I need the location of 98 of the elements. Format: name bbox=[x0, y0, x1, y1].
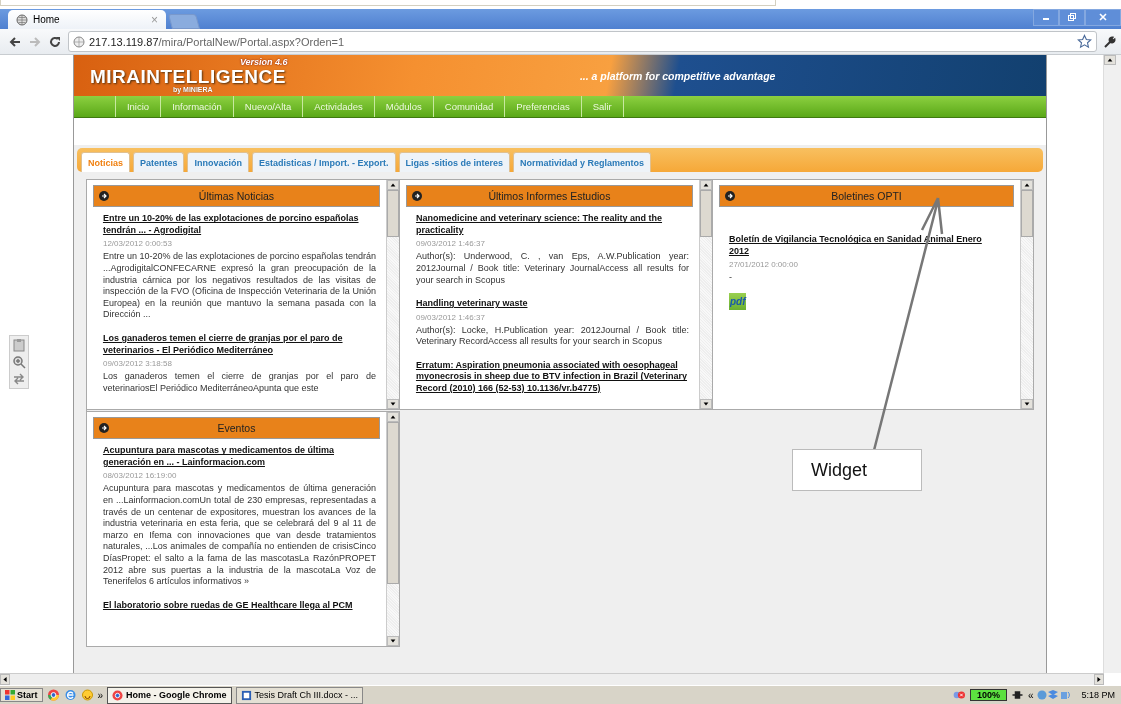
news-link[interactable]: Handling veterinary waste bbox=[415, 298, 528, 310]
arrow-circle-icon[interactable] bbox=[98, 191, 109, 202]
item-summary: Acupuntura para mascotas y medicamentos de última generación en ...Lainformacion.comUn total de 230 empresas, representadas a través de un centenar de expositores, muestran los avances de la industria veterinaria en esta feria, que se celebrará del 9 al 11 de marzo en Ifema con innovaciones que van desde tratamientos naturales, ...Los animales de compañía no entienden de crisisCinco DíasPropet: el salto a la fama de las mascotasLa RazónPROPET 2012 abre sus puertas a la industria de la mascotaLa Voz de Tenerifelos 6 artículos informativos » bbox=[102, 483, 376, 588]
restore-button[interactable] bbox=[1059, 8, 1085, 26]
news-link[interactable]: El laboratorio sobre ruedas de GE Healthcare llega al PCM bbox=[102, 599, 353, 612]
widget-title: Eventos bbox=[216, 422, 257, 435]
new-tab-button[interactable] bbox=[168, 14, 200, 30]
swap-arrows-icon[interactable] bbox=[12, 372, 26, 387]
site-logo[interactable]: MIRAINTELLIGENCE bbox=[89, 67, 286, 87]
smiley-icon[interactable] bbox=[80, 689, 94, 702]
address-bar[interactable]: 217.13.119.87/mira/PortalNew/Portal.aspx?Orden=1 bbox=[68, 31, 1097, 53]
close-button[interactable] bbox=[1085, 8, 1121, 26]
news-link[interactable]: Los ganaderos temen el cierre de granjas por el paro de veterinarios - El Periódico Mediterráneo bbox=[102, 333, 376, 357]
close-icon[interactable]: × bbox=[151, 12, 158, 27]
page-scrollbar[interactable] bbox=[1103, 55, 1121, 673]
arrow-circle-icon[interactable] bbox=[724, 191, 735, 202]
browser-tab[interactable]: Home × bbox=[8, 10, 166, 30]
news-link[interactable]: Nanomedicine and veterinary science: The reality and the practicality bbox=[415, 213, 689, 237]
item-date: 09/03/2012 3:18:58 bbox=[102, 359, 172, 369]
battery-label: 100% bbox=[969, 689, 1007, 702]
nav-link[interactable]: Salir bbox=[581, 96, 624, 118]
pdf-file-icon[interactable]: pdf bbox=[728, 293, 747, 311]
item-date: 09/03/2012 1:46:37 bbox=[415, 239, 485, 249]
document-icon bbox=[240, 689, 252, 701]
restore-icon bbox=[1067, 12, 1077, 23]
nav-link[interactable]: Módulos bbox=[374, 96, 434, 118]
nav-link[interactable]: Comunidad bbox=[433, 96, 506, 118]
clock: 5:18 PM bbox=[1081, 690, 1115, 701]
version-label: Version 4.6 bbox=[239, 58, 288, 68]
item-summary: Author(s): Locke, H.Publication year: 2012Journal / Book title: Veterinary RecordAccess all results for your search in Scopus bbox=[415, 324, 689, 348]
tab[interactable]: Normatividad y Reglamentos bbox=[513, 152, 652, 173]
wrench-icon[interactable] bbox=[1103, 34, 1117, 49]
tray-chevron[interactable]: « bbox=[1027, 689, 1034, 701]
close-icon bbox=[1098, 12, 1108, 23]
item-summary: Los ganaderos temen el cierre de granjas por el paro de veterinariosEl Periódico MediterráneoApunta que este bbox=[102, 371, 376, 395]
nav-link[interactable]: Nuevo/Alta bbox=[233, 96, 304, 118]
item-summary: Author(s): Underwood, C. , van Eps, A.W.Publication year: 2012Journal / Book title: Veterinary JournalAccess all results for your search in Scopus bbox=[415, 251, 689, 287]
scroll-down-icon[interactable] bbox=[699, 399, 712, 410]
scroll-up-icon[interactable] bbox=[699, 180, 712, 191]
scroll-up-icon[interactable] bbox=[1104, 55, 1116, 66]
clipboard-icon[interactable] bbox=[12, 338, 26, 353]
item-summary: - bbox=[728, 272, 733, 285]
taskbar-button[interactable]: Tesis Draft Ch III.docx - ... bbox=[235, 686, 364, 704]
scroll-left-icon[interactable] bbox=[0, 673, 10, 685]
arrow-circle-icon[interactable] bbox=[411, 191, 422, 202]
scroll-down-icon[interactable] bbox=[386, 399, 399, 410]
scroll-up-icon[interactable] bbox=[1020, 180, 1033, 191]
scroll-thumb[interactable] bbox=[386, 422, 399, 585]
arrow-circle-icon[interactable] bbox=[98, 423, 109, 434]
zoom-in-icon[interactable] bbox=[12, 355, 26, 370]
scroll-down-icon[interactable] bbox=[386, 636, 399, 647]
item-date: 12/03/2012 0:00:53 bbox=[102, 239, 172, 249]
widget-title: Últimos Informes Estudios bbox=[487, 190, 612, 203]
nav-link[interactable]: Información bbox=[161, 96, 234, 118]
scroll-thumb[interactable] bbox=[386, 190, 399, 238]
tab[interactable]: Patentes bbox=[132, 152, 185, 173]
news-link[interactable]: Acupuntura para mascotas y medicamentos de última generación en ... - Lainformacion.com bbox=[102, 445, 376, 469]
scrollbar[interactable] bbox=[1019, 180, 1033, 410]
callout-label: Widget bbox=[792, 449, 922, 492]
globe-icon bbox=[73, 35, 85, 48]
tab[interactable]: Estadisticas / Import. - Export. bbox=[252, 152, 396, 173]
reload-icon[interactable] bbox=[48, 34, 62, 49]
tab-title: Home bbox=[33, 14, 61, 26]
scrollbar[interactable] bbox=[698, 180, 712, 410]
scroll-thumb[interactable] bbox=[699, 190, 712, 238]
scroll-thumb[interactable] bbox=[1020, 190, 1033, 238]
news-link[interactable]: Entre un 10-20% de las explotaciones de porcino españolas tendrán ... - Agrodigital bbox=[102, 213, 376, 237]
globe-icon bbox=[16, 13, 28, 26]
nav-link[interactable]: Actividades bbox=[303, 96, 375, 118]
scroll-up-icon[interactable] bbox=[386, 180, 399, 191]
warning-icon[interactable] bbox=[952, 689, 966, 702]
star-icon[interactable] bbox=[1077, 34, 1092, 50]
item-summary: Entre un 10-20% de las explotaciones de porcino españolas tendrán ...AgrodigitalCONFECARNE expresó la gran preocupación de la industria cárnica por los negativos resultados de las visitas de inspección de la FVO (Oficina de Inspección Veterinaria de la Unión Europea) en la reunión que mantuvo la semana pasada con la Dirección ... bbox=[102, 251, 376, 322]
minimize-button[interactable] bbox=[1033, 8, 1059, 26]
taskbar-button[interactable]: Home - Google Chrome bbox=[107, 686, 232, 704]
item-date: 08/03/2012 16:19:00 bbox=[102, 471, 177, 481]
widget-title: Últimas Noticias bbox=[197, 190, 276, 203]
more-chevron[interactable]: » bbox=[97, 689, 104, 701]
back-icon[interactable] bbox=[8, 34, 22, 49]
browser-e-icon[interactable] bbox=[63, 689, 77, 702]
tab[interactable]: Innovación bbox=[187, 152, 249, 173]
news-link[interactable]: Erratum: Aspiration pneumonia associated with oesophageal myonecrosis in sheep due to BTV infection in Brazil (Veterinary Record (2010) 166 (52-53) 10.1136/vr.b4775) bbox=[415, 359, 689, 395]
tagline: ... a platform for competitive advantage bbox=[579, 70, 776, 82]
tab[interactable]: Noticias bbox=[80, 152, 130, 173]
plug-icon[interactable] bbox=[1010, 689, 1024, 702]
nav-link[interactable]: Inicio bbox=[115, 96, 162, 118]
start-button[interactable]: Start bbox=[0, 688, 43, 703]
scrollbar[interactable] bbox=[385, 180, 399, 410]
nav-link[interactable]: Preferencias bbox=[505, 96, 582, 118]
tab[interactable]: Ligas -sitios de interes bbox=[398, 152, 511, 173]
scroll-right-icon[interactable] bbox=[1094, 673, 1104, 685]
item-date: 09/03/2012 1:46:37 bbox=[415, 312, 485, 322]
item-date: 27/01/2012 0:00:00 bbox=[728, 260, 798, 270]
scrollbar[interactable] bbox=[385, 412, 399, 647]
widget-title: Boletines OPTI bbox=[830, 190, 903, 203]
scroll-down-icon[interactable] bbox=[1020, 399, 1033, 410]
scroll-up-icon[interactable] bbox=[386, 412, 399, 423]
windows-logo-icon bbox=[5, 690, 15, 701]
